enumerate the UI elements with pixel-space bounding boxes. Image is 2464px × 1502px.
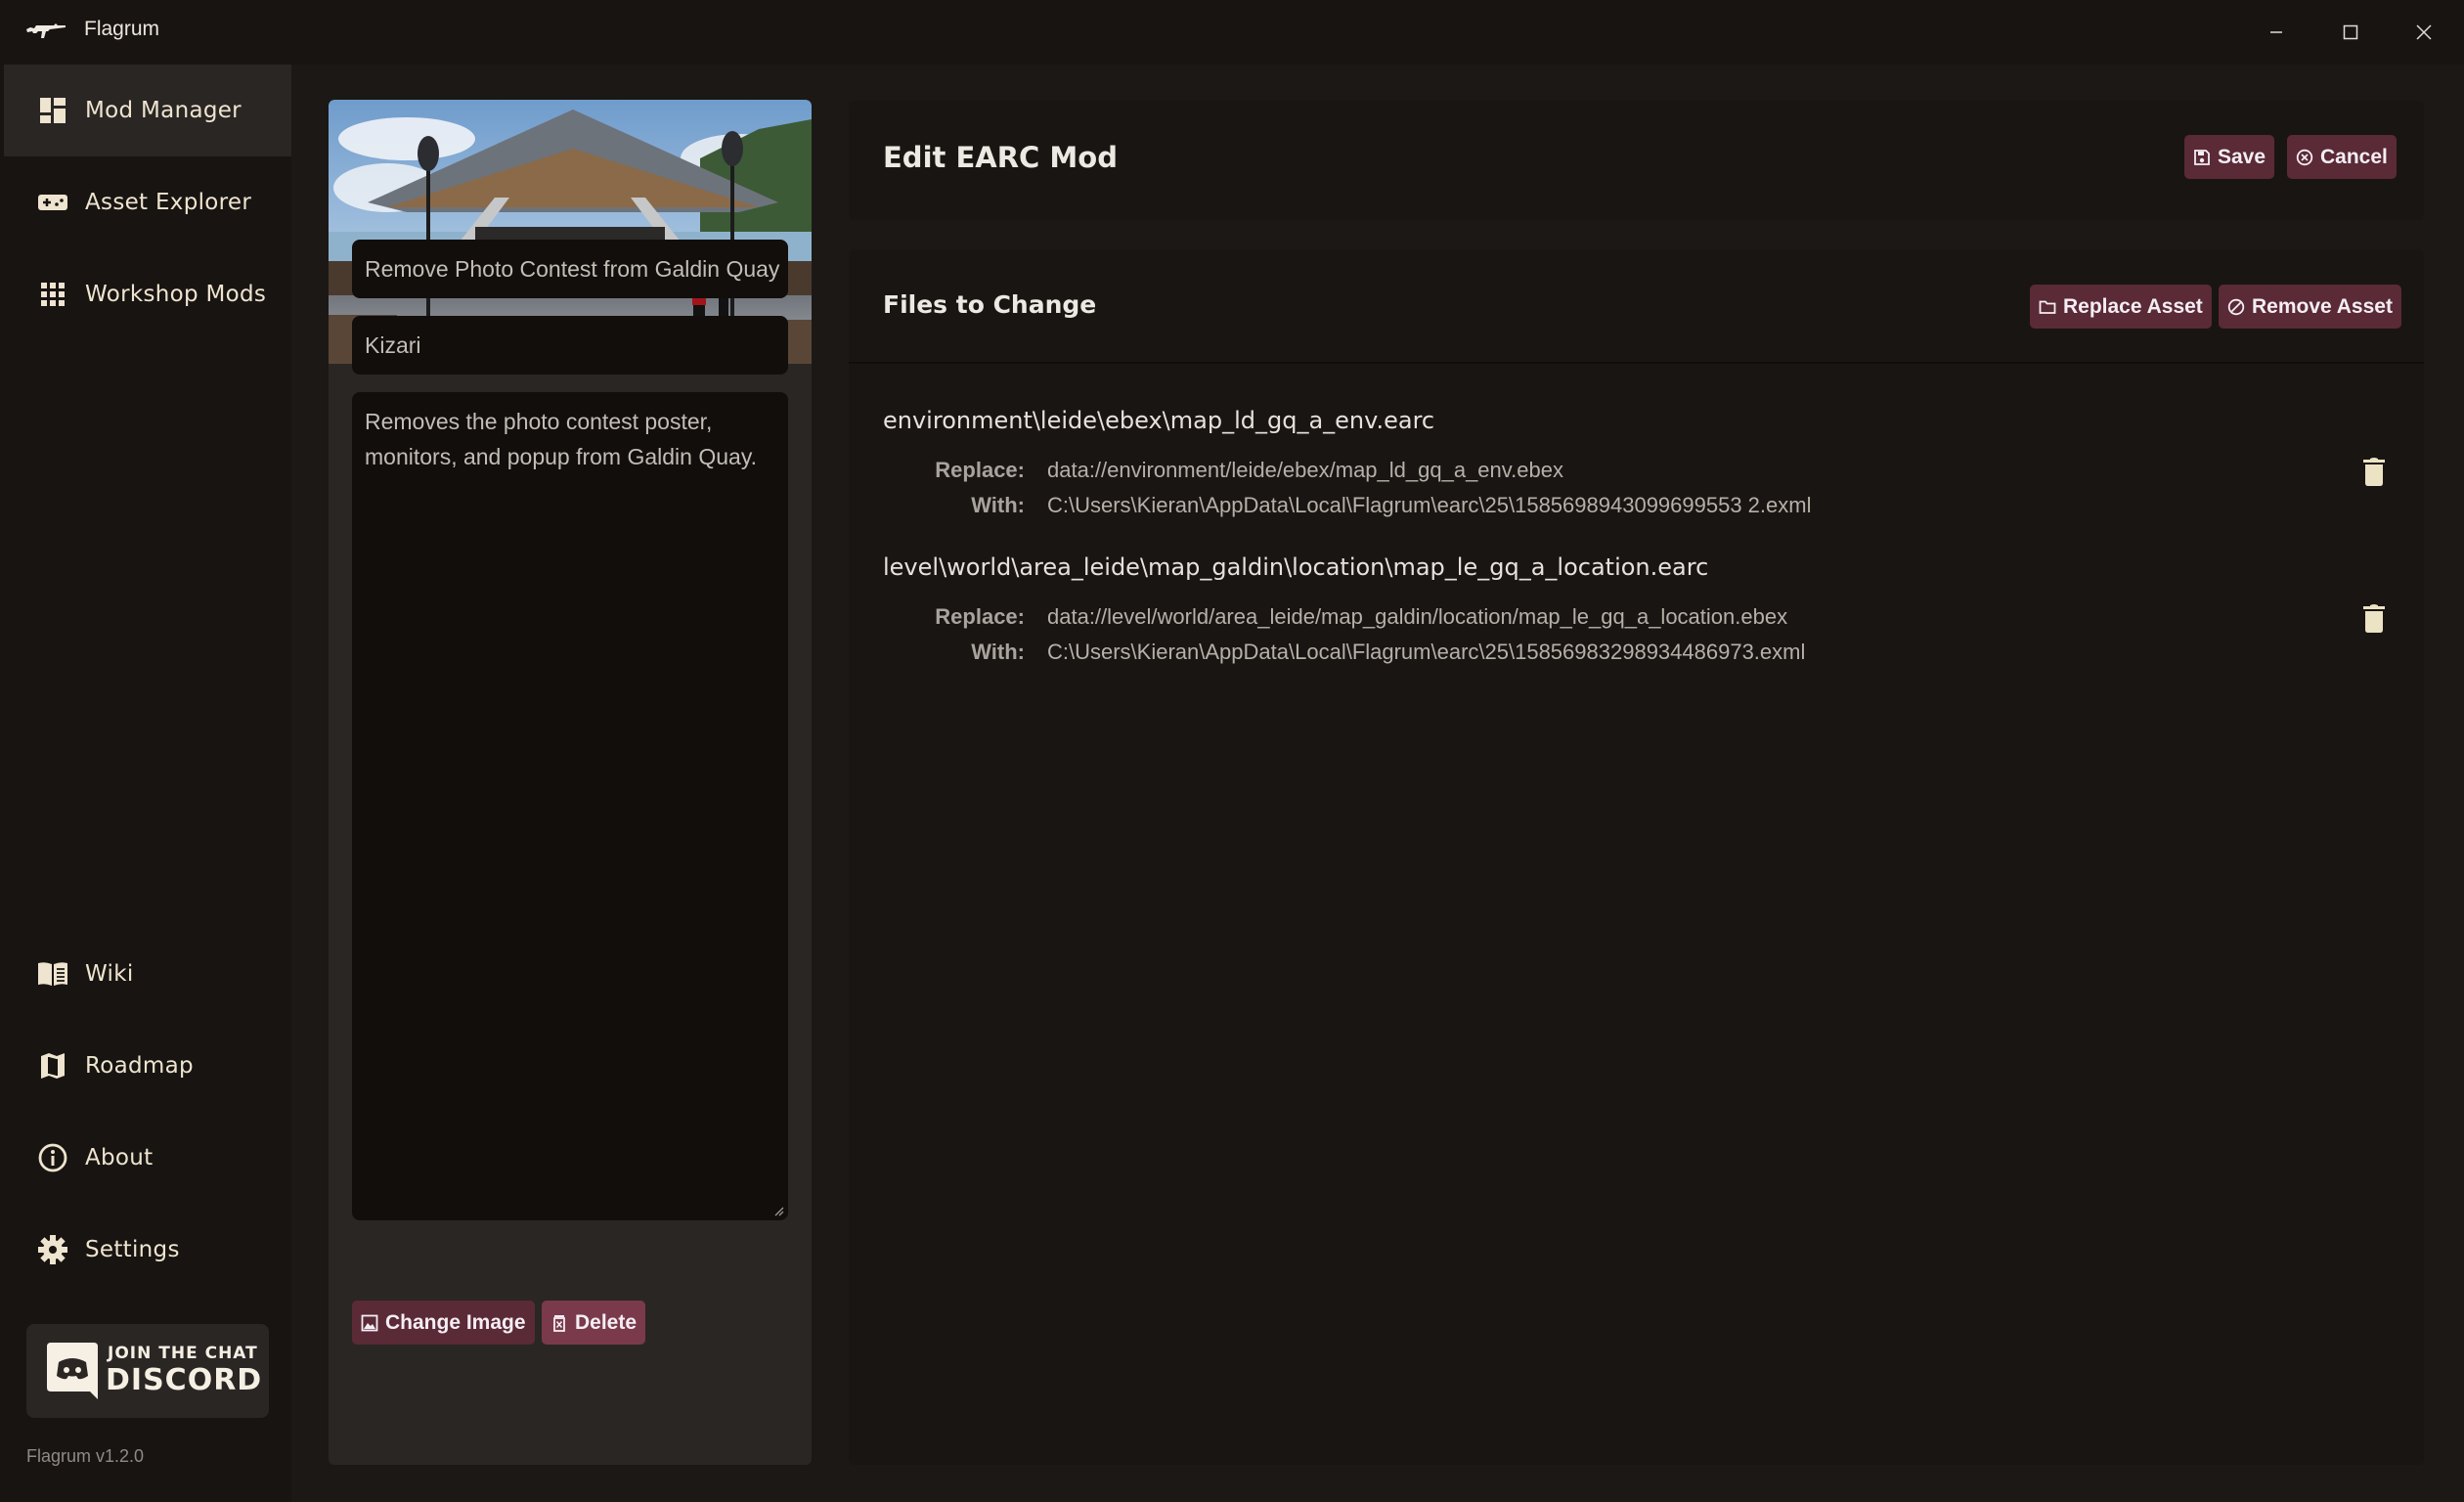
book-icon <box>36 957 69 991</box>
change-image-label: Change Image <box>385 1310 526 1334</box>
info-icon <box>36 1141 69 1174</box>
with-path: C:\Users\Kieran\AppData\Local\Flagrum\ea… <box>1047 493 1812 517</box>
trash-icon[interactable] <box>2361 457 2387 486</box>
grid-icon <box>36 278 69 311</box>
app-version: Flagrum v1.2.0 <box>26 1446 145 1466</box>
remove-asset-button[interactable]: Remove Asset <box>2219 285 2401 329</box>
replace-key: Replace: <box>935 604 1025 629</box>
gear-icon <box>36 1233 69 1266</box>
cancel-icon <box>2296 149 2313 165</box>
sidebar-item-label: Wiki <box>85 961 134 987</box>
map-icon <box>36 1049 69 1082</box>
save-icon <box>2194 149 2210 165</box>
maximize-icon <box>2343 24 2358 40</box>
discord-line1: JOIN THE CHAT <box>108 1344 258 1363</box>
gamepad-icon <box>36 186 69 219</box>
sidebar-item-mod-manager[interactable]: Mod Manager <box>4 65 291 156</box>
earc-path: level\world\area_leide\map_galdin\locati… <box>883 553 1709 581</box>
page-title: Edit EARC Mod <box>883 141 1118 174</box>
earc-path: environment\leide\ebex\map_ld_gq_a_env.e… <box>883 407 1435 434</box>
sidebar: Mod Manager Asset Explorer Workshop Mods… <box>0 65 291 1502</box>
sidebar-item-label: Roadmap <box>85 1053 194 1079</box>
rifle-icon <box>26 23 66 38</box>
with-key: With: <box>971 493 1025 517</box>
sidebar-item-workshop-mods[interactable]: Workshop Mods <box>4 248 291 340</box>
replace-key: Replace: <box>935 458 1025 482</box>
discord-button[interactable]: JOIN THE CHAT DISCORD <box>26 1324 269 1418</box>
app-title: Flagrum <box>84 18 160 40</box>
minimize-icon <box>2270 31 2282 33</box>
discord-icon <box>47 1343 98 1399</box>
title-bar: Flagrum <box>0 0 2464 65</box>
edit-header-card: Edit EARC Mod Save Cancel <box>849 101 2424 220</box>
delete-mod-button[interactable]: Delete <box>542 1301 646 1345</box>
folder-icon <box>2039 300 2056 314</box>
image-icon <box>361 1314 378 1331</box>
replace-asset-button[interactable]: Replace Asset <box>2030 285 2212 329</box>
mod-author-input[interactable]: Kizari <box>352 316 788 375</box>
sidebar-item-label: Mod Manager <box>85 98 242 123</box>
sidebar-item-label: Settings <box>85 1237 180 1262</box>
mod-details-card: Remove Photo Contest from Galdin Quay Ki… <box>329 100 812 1465</box>
trash-icon[interactable] <box>2361 603 2387 633</box>
description-text: Removes the photo contest poster, monito… <box>365 409 758 469</box>
delete-label: Delete <box>575 1310 638 1334</box>
sidebar-item-label: Workshop Mods <box>85 282 267 307</box>
save-label: Save <box>2218 145 2266 168</box>
sidebar-item-roadmap[interactable]: Roadmap <box>4 1020 291 1112</box>
replace-uri: data://level/world/area_leide/map_galdin… <box>1047 604 1788 629</box>
resize-grip-icon[interactable] <box>772 1205 784 1216</box>
dashboard-icon <box>36 94 69 127</box>
change-image-button[interactable]: Change Image <box>352 1301 535 1345</box>
sidebar-item-about[interactable]: About <box>4 1112 291 1204</box>
maximize-button[interactable] <box>2315 0 2386 65</box>
remove-asset-label: Remove Asset <box>2252 294 2393 318</box>
files-to-change-card: Files to Change Replace Asset Remove Ass… <box>849 249 2424 1465</box>
cancel-label: Cancel <box>2320 145 2388 168</box>
sidebar-item-settings[interactable]: Settings <box>4 1204 291 1296</box>
ban-icon <box>2227 298 2245 315</box>
sidebar-item-label: About <box>85 1145 154 1171</box>
mod-name-input[interactable]: Remove Photo Contest from Galdin Quay <box>352 240 788 298</box>
minimize-button[interactable] <box>2241 0 2311 65</box>
with-path: C:\Users\Kieran\AppData\Local\Flagrum\ea… <box>1047 640 1806 664</box>
section-title: Files to Change <box>883 290 1097 319</box>
files-header: Files to Change Replace Asset Remove Ass… <box>849 249 2424 364</box>
sidebar-item-wiki[interactable]: Wiki <box>4 928 291 1020</box>
replace-asset-label: Replace Asset <box>2063 294 2203 318</box>
mod-description-textarea[interactable]: Removes the photo contest poster, monito… <box>352 392 788 1220</box>
cancel-button[interactable]: Cancel <box>2287 135 2397 179</box>
discord-line2: DISCORD <box>106 1363 263 1397</box>
sidebar-item-label: Asset Explorer <box>85 190 252 215</box>
replace-uri: data://environment/leide/ebex/map_ld_gq_… <box>1047 458 1563 482</box>
close-button[interactable] <box>2389 0 2459 65</box>
close-icon <box>2416 24 2432 40</box>
trash-icon <box>553 1314 565 1332</box>
sidebar-item-asset-explorer[interactable]: Asset Explorer <box>4 156 291 248</box>
save-button[interactable]: Save <box>2184 135 2275 179</box>
with-key: With: <box>971 640 1025 664</box>
